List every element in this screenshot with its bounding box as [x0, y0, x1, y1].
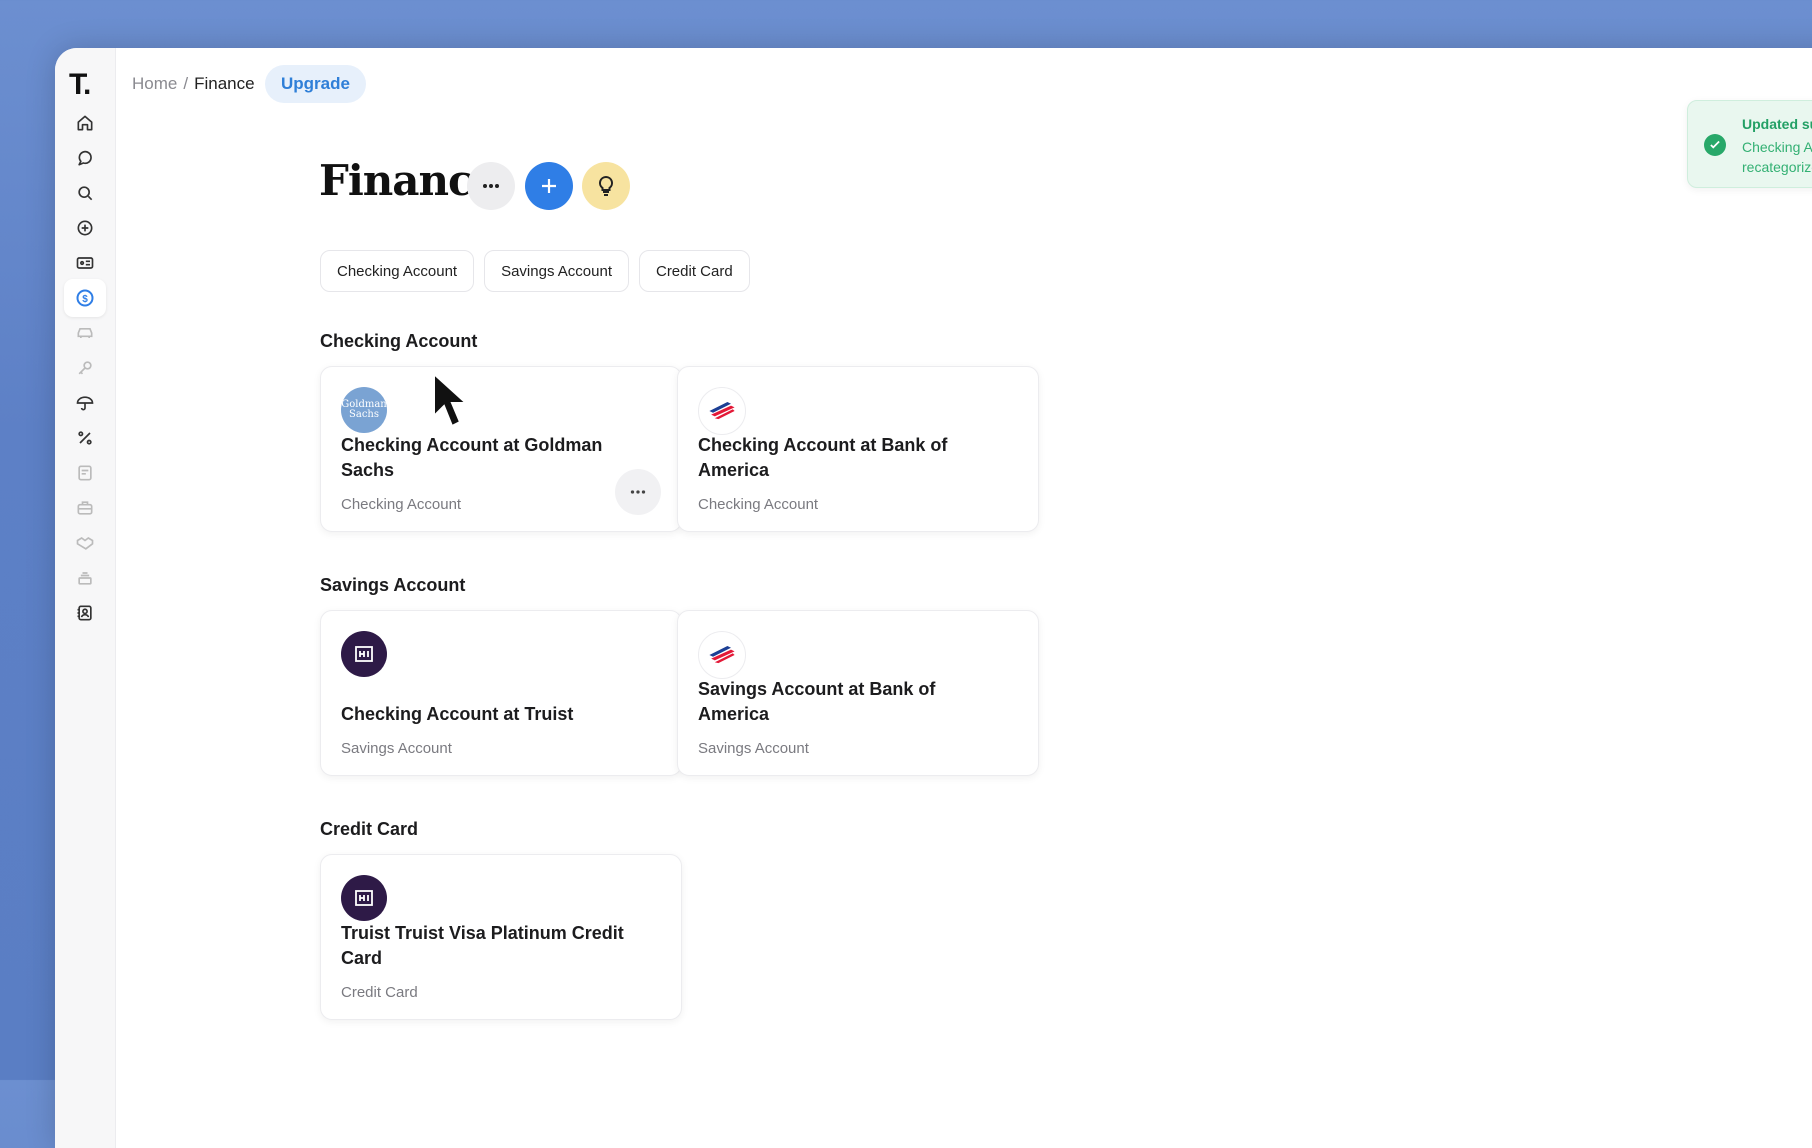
more-icon	[483, 184, 499, 188]
umbrella-icon[interactable]	[64, 384, 106, 422]
breadcrumb-current: Finance	[194, 74, 255, 93]
plus-icon	[542, 179, 556, 193]
account-type: Checking Account	[341, 496, 462, 513]
sidebar: T. $	[55, 48, 116, 1148]
account-name: Checking Account at Bank of America	[698, 435, 948, 480]
account-name: Checking Account at Goldman Sachs	[341, 435, 603, 480]
filter-chips: Checking Account Savings Account Credit …	[320, 250, 750, 292]
finance-icon[interactable]: $	[64, 279, 106, 317]
svg-text:$: $	[82, 294, 88, 305]
bank-of-america-logo	[698, 631, 746, 679]
toast-body-line: Checking Account	[1742, 139, 1812, 155]
breadcrumb: Home / Finance	[132, 74, 255, 94]
ideas-button[interactable]	[582, 162, 630, 210]
account-type: Checking Account	[698, 496, 819, 513]
key-icon[interactable]	[64, 349, 106, 387]
section-title-savings: Savings Account	[320, 575, 466, 595]
account-card[interactable]: Checking Account at Bank of America Chec…	[677, 366, 1039, 532]
app-logo[interactable]: T.	[69, 68, 91, 102]
account-name: Truist Truist Visa Platinum Credit Card	[341, 923, 624, 968]
account-card[interactable]: Goldman Sachs Checking Account at Goldma…	[320, 366, 682, 532]
toast-body: Checking Account recategorized as a	[1742, 137, 1812, 177]
add-account-button[interactable]	[525, 162, 573, 210]
layers-icon[interactable]	[64, 559, 106, 597]
bank-of-america-logo	[698, 387, 746, 435]
goldman-sachs-logo-text: Goldman Sachs	[341, 399, 387, 420]
account-type: Savings Account	[341, 740, 452, 757]
account-name: Checking Account at Truist	[341, 704, 574, 724]
account-type: Savings Account	[698, 740, 809, 757]
more-options-button[interactable]	[467, 162, 515, 210]
section-title-credit-card: Credit Card	[320, 819, 419, 839]
truist-logo	[341, 875, 387, 921]
success-toast[interactable]: Updated subcateg Checking Account recate…	[1687, 100, 1812, 188]
mouse-cursor-icon	[433, 372, 469, 428]
more-icon	[630, 490, 646, 494]
car-icon[interactable]	[64, 314, 106, 352]
account-card[interactable]: Checking Account at Truist Savings Accou…	[320, 610, 682, 776]
truist-logo	[341, 631, 387, 677]
percent-icon[interactable]	[64, 419, 106, 457]
add-circle-icon[interactable]	[64, 209, 106, 247]
goldman-sachs-logo: Goldman Sachs	[341, 387, 387, 433]
account-name: Savings Account at Bank of America	[698, 679, 936, 724]
document-icon[interactable]	[64, 454, 106, 492]
check-icon	[1704, 134, 1726, 156]
breadcrumb-separator: /	[183, 74, 189, 93]
chat-icon[interactable]	[64, 139, 106, 177]
account-card[interactable]: Truist Truist Visa Platinum Credit Card …	[320, 854, 682, 1020]
account-type: Credit Card	[341, 984, 418, 1001]
app-window: T. $ Home / Finance Upgrade Finance Chec…	[55, 48, 1812, 1148]
handshake-icon[interactable]	[64, 524, 106, 562]
briefcase-icon[interactable]	[64, 489, 106, 527]
toast-body-line: recategorized as a	[1742, 159, 1812, 175]
chip-checking-account[interactable]: Checking Account	[320, 250, 475, 292]
toast-title: Updated subcateg	[1742, 116, 1812, 132]
card-more-button[interactable]	[615, 469, 661, 515]
contacts-icon[interactable]	[64, 594, 106, 632]
account-card[interactable]: Savings Account at Bank of America Savin…	[677, 610, 1039, 776]
id-card-icon[interactable]	[64, 244, 106, 282]
upgrade-button[interactable]: Upgrade	[265, 65, 366, 103]
lightbulb-icon	[598, 175, 614, 196]
search-icon[interactable]	[64, 174, 106, 212]
home-icon[interactable]	[64, 104, 106, 142]
section-title-checking: Checking Account	[320, 331, 478, 351]
breadcrumb-home[interactable]: Home	[132, 74, 177, 94]
chip-savings-account[interactable]: Savings Account	[484, 250, 629, 292]
chip-credit-card[interactable]: Credit Card	[638, 250, 750, 292]
